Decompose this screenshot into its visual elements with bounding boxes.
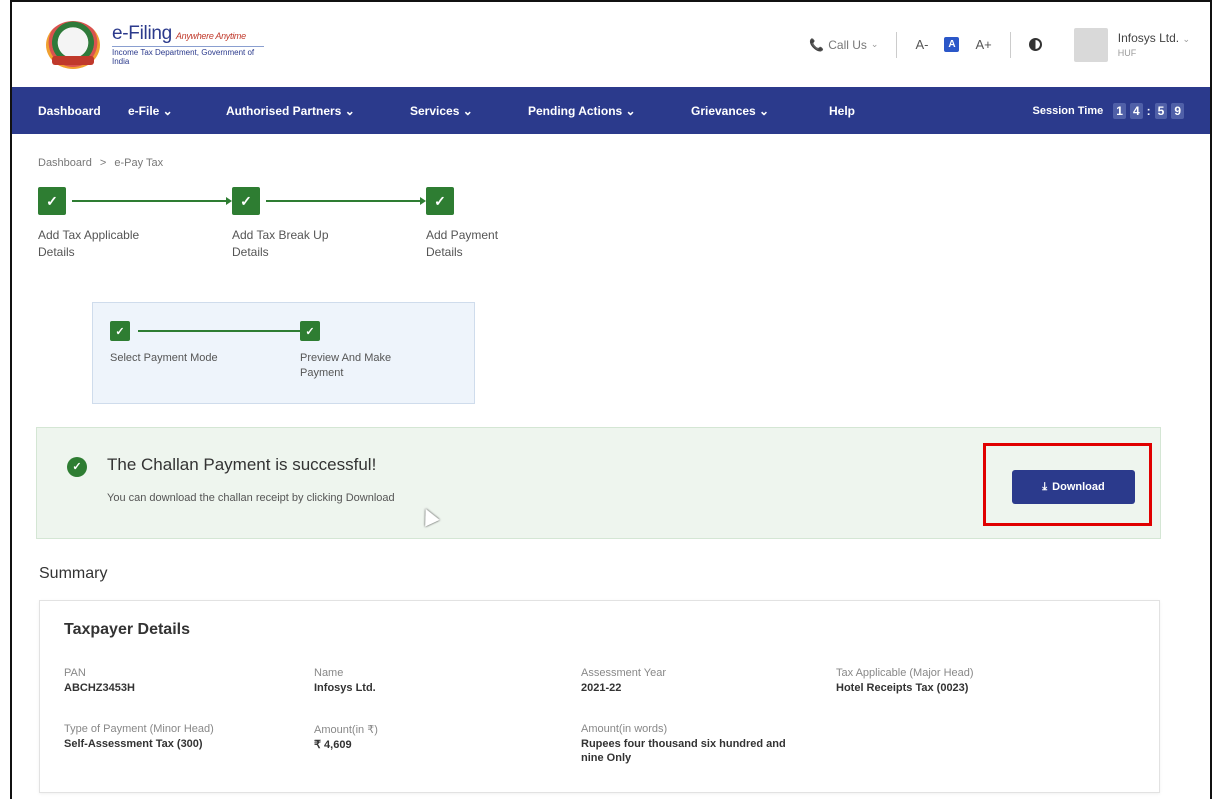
field-label: Amount(in ₹) xyxy=(314,724,378,736)
substep-connector xyxy=(138,327,315,335)
session-digit: 5 xyxy=(1154,102,1168,119)
chevron-down-icon: ⌄ xyxy=(1182,33,1190,44)
main-nav: Dashboard e-File ⌄ Authorised Partners ⌄… xyxy=(12,87,1210,134)
substep-preview-make-payment: ✓ Preview And Make Payment xyxy=(300,321,391,379)
call-us-dropdown[interactable]: 📞 Call Us ⌄ xyxy=(809,38,896,52)
phone-icon: 📞 xyxy=(809,37,825,52)
step-add-tax-applicable: ✓ Add Tax Applicable Details xyxy=(38,187,139,259)
download-button[interactable]: ⤓ Download xyxy=(1012,470,1135,504)
download-label: Download xyxy=(1052,481,1105,493)
font-normal-button[interactable]: A xyxy=(944,37,960,52)
step-connector xyxy=(72,197,232,205)
logo[interactable]: e-Filing Anywhere Anytime Income Tax Depa… xyxy=(112,23,264,66)
field-label: Tax Applicable (Major Head) xyxy=(836,667,974,679)
session-label: Session Time xyxy=(1032,104,1104,117)
nav-grievances[interactable]: Grievances ⌄ xyxy=(691,104,829,118)
check-icon: ✓ xyxy=(300,321,320,341)
logo-tagline: Anywhere Anytime xyxy=(175,31,246,41)
emblem-logo-icon[interactable] xyxy=(46,20,100,69)
download-icon: ⤓ xyxy=(1042,480,1048,493)
check-circle-icon: ✓ xyxy=(67,457,87,477)
call-us-label: Call Us xyxy=(828,37,867,52)
check-icon: ✓ xyxy=(426,187,454,215)
step-label: Add Tax Break Up Details xyxy=(232,228,329,260)
step-label: Add Tax Applicable Details xyxy=(38,228,140,260)
main-stepper: ✓ Add Tax Applicable Details ✓ Add Tax B… xyxy=(38,187,1184,305)
field-label: Assessment Year xyxy=(581,667,666,679)
field-value: Rupees four thousand six hundred and nin… xyxy=(581,738,786,765)
header-tools: 📞 Call Us ⌄ A- A A+ Infosys Ltd. ⌄ HUF xyxy=(809,27,1190,62)
user-role: HUF xyxy=(1117,47,1137,58)
nav-authorised-partners[interactable]: Authorised Partners ⌄ xyxy=(226,104,410,118)
nav-dashboard[interactable]: Dashboard xyxy=(38,104,128,118)
field-value: Self-Assessment Tax (300) xyxy=(64,738,203,750)
field-assessment-year: Assessment Year 2021-22 xyxy=(581,667,666,695)
card-title: Taxpayer Details xyxy=(64,621,190,638)
user-name: Infosys Ltd. xyxy=(1117,30,1180,45)
field-label: Name xyxy=(314,667,344,679)
field-value: Hotel Receipts Tax (0023) xyxy=(836,682,969,694)
field-value: ABCHZ3453H xyxy=(64,682,135,694)
field-label: PAN xyxy=(64,667,86,679)
sub-stepper: ✓ Select Payment Mode ✓ Preview And Make… xyxy=(92,302,475,404)
session-timer: Session Time 1 4 : 5 9 xyxy=(1032,102,1184,119)
nav-pending-actions[interactable]: Pending Actions ⌄ xyxy=(528,104,691,118)
success-banner: ✓ The Challan Payment is successful! You… xyxy=(36,427,1161,539)
field-value: ₹ 4,609 xyxy=(314,739,352,751)
contrast-toggle[interactable] xyxy=(1011,38,1060,51)
nav-services[interactable]: Services ⌄ xyxy=(410,104,528,118)
success-title: The Challan Payment is successful! xyxy=(107,455,377,474)
check-icon: ✓ xyxy=(38,187,66,215)
field-amount: Amount(in ₹) ₹ 4,609 xyxy=(314,723,378,752)
substep-select-payment-mode: ✓ Select Payment Mode xyxy=(110,321,218,364)
summary-title: Summary xyxy=(39,565,108,582)
check-icon: ✓ xyxy=(232,187,260,215)
app-frame: e-Filing Anywhere Anytime Income Tax Depa… xyxy=(10,0,1212,799)
step-add-tax-breakup: ✓ Add Tax Break Up Details xyxy=(232,187,329,259)
field-minor-head: Type of Payment (Minor Head) Self-Assess… xyxy=(64,723,214,751)
step-connector xyxy=(266,197,426,205)
download-highlight: ⤓ Download xyxy=(983,443,1152,526)
step-add-payment-details: ✓ Add Payment Details xyxy=(426,187,498,259)
user-menu[interactable]: Infosys Ltd. ⌄ HUF xyxy=(1118,30,1190,59)
field-value: 2021-22 xyxy=(581,682,622,694)
main-content: Dashboard > e-Pay Tax ✓ Add Tax Applicab… xyxy=(12,157,1210,305)
session-digit: 9 xyxy=(1171,102,1184,119)
contrast-icon xyxy=(1028,38,1042,51)
breadcrumb: Dashboard > e-Pay Tax xyxy=(38,157,1184,171)
field-amount-words: Amount(in words) Rupees four thousand si… xyxy=(581,723,811,766)
field-label: Amount(in words) xyxy=(581,723,668,735)
field-value: Infosys Ltd. xyxy=(314,682,376,694)
session-colon: : xyxy=(1146,103,1151,118)
breadcrumb-separator: > xyxy=(99,157,107,169)
top-header: e-Filing Anywhere Anytime Income Tax Depa… xyxy=(12,2,1210,87)
field-name: Name Infosys Ltd. xyxy=(314,667,376,695)
chevron-down-icon: ⌄ xyxy=(870,39,879,49)
taxpayer-details-card: Taxpayer Details PAN ABCHZ3453H Name Inf… xyxy=(39,600,1160,793)
avatar[interactable] xyxy=(1073,27,1108,62)
success-subtitle: You can download the challan receipt by … xyxy=(107,492,395,504)
step-label: Add Payment Details xyxy=(426,228,499,260)
mouse-cursor-icon xyxy=(418,505,440,527)
field-major-head: Tax Applicable (Major Head) Hotel Receip… xyxy=(836,667,974,695)
session-digit: 4 xyxy=(1129,102,1143,119)
field-label: Type of Payment (Minor Head) xyxy=(64,723,214,735)
nav-efile[interactable]: e-File ⌄ xyxy=(128,104,226,118)
substep-label: Select Payment Mode xyxy=(110,352,218,364)
breadcrumb-home[interactable]: Dashboard xyxy=(38,157,92,169)
field-pan: PAN ABCHZ3453H xyxy=(64,667,135,695)
font-size-controls: A- A A+ xyxy=(897,37,1009,52)
font-decrease-button[interactable]: A- xyxy=(915,37,928,52)
logo-title: e-Filing xyxy=(112,23,172,44)
logo-subtitle: Income Tax Department, Government of Ind… xyxy=(112,46,264,66)
breadcrumb-current: e-Pay Tax xyxy=(114,157,164,169)
session-digit: 1 xyxy=(1113,102,1126,119)
nav-help[interactable]: Help xyxy=(829,104,889,118)
substep-label: Preview And Make Payment xyxy=(300,352,392,380)
check-icon: ✓ xyxy=(110,321,130,341)
font-increase-button[interactable]: A+ xyxy=(975,37,991,52)
